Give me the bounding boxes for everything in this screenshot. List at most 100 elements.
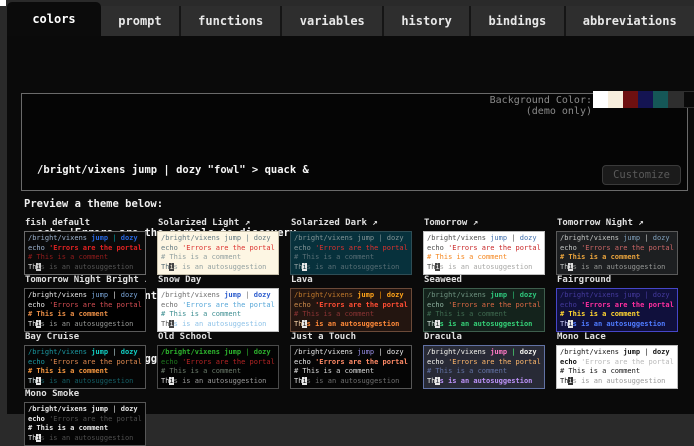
token-echo: echo [28, 358, 49, 366]
theme-card-seaweed[interactable]: /bright/vixens jump | dozy "fowl" > quac… [423, 288, 545, 332]
theme-cell: Old School /bright/vixens jump | dozy "f… [157, 332, 279, 389]
theme-sample-comment-line: # This is a comment [28, 367, 142, 377]
tab-abbreviations[interactable]: abbreviations [564, 6, 694, 36]
token-error: 'Errors are the portals to discovery [315, 244, 408, 252]
theme-card-tomorrow[interactable]: /bright/vixens jump | dozy "fowl" > quac… [423, 231, 545, 275]
tab-bindings[interactable]: bindings [469, 6, 563, 36]
token-jump: jump [623, 348, 640, 356]
theme-title: Solarized Light ↗ [158, 218, 279, 230]
theme-card-fairground[interactable]: /bright/vixens jump | dozy "fowl" > quac… [556, 288, 678, 332]
tab-functions[interactable]: functions [179, 6, 281, 36]
token-sep: | [374, 234, 387, 242]
token-sep: | [108, 405, 121, 413]
theme-title: Dracula [424, 332, 545, 344]
theme-sample-command-line: /bright/vixens jump | dozy "fowl" > quac… [28, 234, 142, 244]
token-sep: | [374, 348, 387, 356]
background-color-swatch-6[interactable] [683, 91, 694, 108]
tab-history[interactable]: history [382, 6, 469, 36]
token-dozy: dozy [121, 291, 138, 299]
theme-sample-string-line: echo 'Errors are the portals to discover… [161, 244, 275, 254]
token-t1: /bright/vixens [161, 291, 224, 299]
token-echo: echo [161, 358, 182, 366]
token-sep: | [241, 348, 254, 356]
theme-sample-string-line: echo 'Errors are the portals to discover… [560, 301, 674, 311]
token-jump: jump [357, 291, 374, 299]
tab-prompt[interactable]: prompt [101, 6, 179, 36]
token-echo: echo [28, 301, 49, 309]
customize-button[interactable]: Customize [602, 165, 681, 185]
token-dozy: dozy [653, 348, 670, 356]
theme-card-snow-day[interactable]: /bright/vixens jump | dozy "fowl" > quac… [157, 288, 279, 332]
theme-card-solarized-light[interactable]: /bright/vixens jump | dozy "fowl" > quac… [157, 231, 279, 275]
background-color-swatch-1[interactable] [608, 91, 623, 108]
token-jump: jump [224, 291, 241, 299]
token-sep: | [507, 234, 520, 242]
token-t1: /bright/vixens [28, 405, 91, 413]
theme-sample-string-line: echo 'Errors are the portals to discover… [294, 358, 408, 368]
background-color-swatch-5[interactable] [668, 91, 683, 108]
theme-sample-command-line: /bright/vixens jump | dozy "fowl" > quac… [294, 348, 408, 358]
theme-card-solarized-dark[interactable]: /bright/vixens jump | dozy "fowl" > quac… [290, 231, 412, 275]
theme-sample-autosuggestion-line: This is an autosuggestion [427, 320, 541, 330]
theme-sample-autosuggestion-line: This is an autosuggestion [161, 377, 275, 387]
token-post: s is an autosuggestion [174, 377, 267, 385]
theme-cell: Solarized Dark ↗ /bright/vixens jump | d… [290, 218, 412, 275]
theme-sample-string-line: echo 'Errors are the portals to discover… [161, 358, 275, 368]
token-t1: /bright/vixens [560, 348, 623, 356]
theme-card-tomorrow-night-bright[interactable]: /bright/vixens jump | dozy "fowl" > quac… [24, 288, 146, 332]
theme-cell: Snow Day /bright/vixens jump | dozy "fow… [157, 275, 279, 332]
token-echo: echo [294, 301, 315, 309]
token-sep: | [507, 291, 520, 299]
token-t1: /bright/vixens [294, 234, 357, 242]
token-dozy: dozy [121, 234, 138, 242]
theme-sample-string-line: echo 'Errors are the portals to discover… [427, 301, 541, 311]
background-color-swatch-0[interactable] [593, 91, 608, 108]
token-post: s is an autosuggestion [440, 320, 533, 328]
theme-title: Bay Cruise [25, 332, 146, 344]
theme-sample-command-line: /bright/vixens jump | dozy "fowl" > quac… [560, 234, 674, 244]
token-error: 'Errors are the portals to discovery [315, 301, 408, 309]
background-color-swatch-3[interactable] [638, 91, 653, 108]
theme-card-mono-smoke[interactable]: /bright/vixens jump | dozy "fowl" > quac… [24, 402, 146, 446]
token-comment: # This is a comment [161, 310, 241, 318]
token-quote: "fowl" > quack & [138, 234, 142, 242]
token-echo: echo [28, 244, 49, 252]
theme-cell: Seaweed /bright/vixens jump | dozy "fowl… [423, 275, 545, 332]
token-t1: /bright/vixens [28, 291, 91, 299]
token-comment: # This is a comment [560, 253, 640, 261]
token-post: s is an autosuggestion [41, 434, 134, 442]
theme-title: fish default [25, 218, 146, 230]
theme-card-old-school[interactable]: /bright/vixens jump | dozy "fowl" > quac… [157, 345, 279, 389]
theme-card-just-a-touch[interactable]: /bright/vixens jump | dozy "fowl" > quac… [290, 345, 412, 389]
theme-sample-comment-line: # This is a comment [161, 253, 275, 263]
tab-colors[interactable]: colors [7, 2, 101, 36]
token-post: s is an autosuggestion [307, 263, 400, 271]
theme-sample-string-line: echo 'Errors are the portals to discover… [294, 301, 408, 311]
token-echo: echo [560, 301, 581, 309]
theme-card-tomorrow-night[interactable]: /bright/vixens jump | dozy "fowl" > quac… [556, 231, 678, 275]
background-color-swatch-4[interactable] [653, 91, 668, 108]
token-quote: "fowl" > quack & [537, 348, 541, 356]
theme-card-lava[interactable]: /bright/vixens jump | dozy "fowl" > quac… [290, 288, 412, 332]
theme-card-fish-default[interactable]: /bright/vixens jump | dozy "fowl" > quac… [24, 231, 146, 275]
token-sep: | [640, 348, 653, 356]
theme-card-bay-cruise[interactable]: /bright/vixens jump | dozy "fowl" > quac… [24, 345, 146, 389]
token-t1: /bright/vixens [294, 291, 357, 299]
token-error: 'Errors are the portals to discovery [182, 244, 275, 252]
theme-card-mono-lace[interactable]: /bright/vixens jump | dozy "fowl" > quac… [556, 345, 678, 389]
token-comment: # This is a comment [427, 310, 507, 318]
tab-variables[interactable]: variables [280, 6, 382, 36]
token-echo: echo [427, 244, 448, 252]
token-quote: "fowl" > quack & [670, 234, 674, 242]
theme-sample-comment-line: # This is a comment [427, 310, 541, 320]
background-color-swatch-2[interactable] [623, 91, 638, 108]
token-echo: echo [294, 244, 315, 252]
token-jump: jump [490, 234, 507, 242]
theme-sample-command-line: /bright/vixens jump | dozy "fowl" > quac… [28, 405, 142, 415]
token-echo: echo [161, 244, 182, 252]
token-error: 'Errors are the portals to discovery [448, 244, 541, 252]
theme-cell: Just a Touch /bright/vixens jump | dozy … [290, 332, 412, 389]
token-quote: "fowl" > quack & [670, 291, 674, 299]
token-echo: echo [28, 415, 49, 423]
theme-card-dracula[interactable]: /bright/vixens jump | dozy "fowl" > quac… [423, 345, 545, 389]
